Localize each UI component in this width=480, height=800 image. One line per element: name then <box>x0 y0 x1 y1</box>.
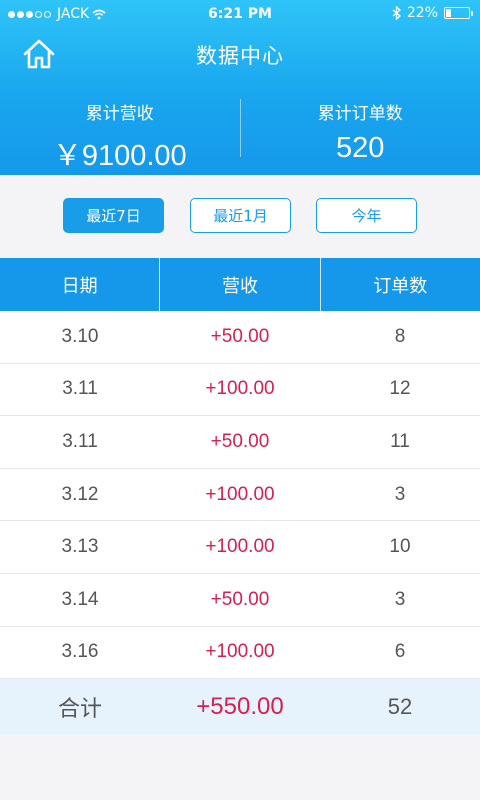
table-row: 3.11 +50.00 11 <box>0 416 480 469</box>
revenue-cell: +100.00 <box>205 378 275 400</box>
total-revenue-label: 累计营收 <box>85 104 154 124</box>
revenue-cell: +100.00 <box>205 483 275 505</box>
date-cell: 3.11 <box>62 378 98 400</box>
battery-icon <box>444 7 473 19</box>
orders-cell: 11 <box>390 430 410 452</box>
revenue-cell: +50.00 <box>210 588 270 610</box>
total-orders: 52 <box>387 694 413 720</box>
orders-cell: 6 <box>394 641 406 663</box>
revenue-cell: +50.00 <box>210 430 270 452</box>
total-orders-stat: 累计订单数 520 <box>241 95 480 164</box>
total-label: 合计 <box>57 696 102 722</box>
bluetooth-icon <box>392 6 401 20</box>
orders-cell: 8 <box>394 325 406 347</box>
column-header-date: 日期 <box>0 258 161 311</box>
total-revenue: +550.00 <box>196 693 284 721</box>
header-banner: JACK 6:21 PM 22% 数据中心 累计营收 ￥9100.00 累计订单… <box>0 0 480 175</box>
column-header-orders: 订单数 <box>373 275 428 297</box>
table-row: 3.16 +100.00 6 <box>0 626 480 680</box>
filter-last-7-days[interactable]: 最近7日 <box>63 198 164 233</box>
total-orders-value: 520 <box>336 132 385 164</box>
revenue-cell: +100.00 <box>205 536 275 558</box>
orders-cell: 10 <box>389 536 411 558</box>
revenue-cell: +50.00 <box>210 325 270 347</box>
total-revenue-value: ￥9100.00 <box>52 140 187 172</box>
table-row: 3.14 +50.00 3 <box>0 573 480 627</box>
orders-cell: 3 <box>394 483 406 505</box>
orders-cell: 12 <box>389 378 411 400</box>
table-row: 3.12 +100.00 3 <box>0 468 480 522</box>
table-header: 日期 营收 订单数 <box>0 258 480 311</box>
date-cell: 3.11 <box>62 430 98 452</box>
table-row: 3.11 +100.00 12 <box>0 363 480 417</box>
revenue-cell: +100.00 <box>205 641 275 663</box>
status-right: 22% <box>392 5 473 21</box>
battery-level <box>446 9 451 17</box>
column-header-revenue: 营收 <box>160 258 321 311</box>
date-cell: 3.14 <box>61 588 99 610</box>
filter-last-1-month[interactable]: 最近1月 <box>190 198 291 233</box>
orders-cell: 3 <box>394 588 406 610</box>
date-cell: 3.12 <box>61 483 99 505</box>
status-bar: JACK 6:21 PM 22% <box>0 0 480 30</box>
date-cell: 3.13 <box>61 536 99 558</box>
date-cell: 3.16 <box>61 641 99 663</box>
page-title: 数据中心 <box>196 44 284 68</box>
table-row: 3.13 +100.00 10 <box>0 521 480 574</box>
date-cell: 3.10 <box>61 325 99 347</box>
total-orders-label: 累计订单数 <box>317 104 403 124</box>
total-revenue-stat: 累计营收 ￥9100.00 <box>0 95 240 172</box>
filter-this-year[interactable]: 今年 <box>316 198 417 233</box>
period-filters: 最近7日 最近1月 今年 <box>0 198 480 234</box>
revenue-table: 日期 营收 订单数 3.10 +50.00 8 3.11 +100.00 12 … <box>0 258 480 736</box>
summary-stats: 累计营收 ￥9100.00 累计订单数 520 <box>0 95 480 172</box>
battery-percent: 22% <box>406 5 438 21</box>
total-row: 合计 +550.00 52 <box>0 679 480 736</box>
table-row: 3.10 +50.00 8 <box>0 311 480 364</box>
